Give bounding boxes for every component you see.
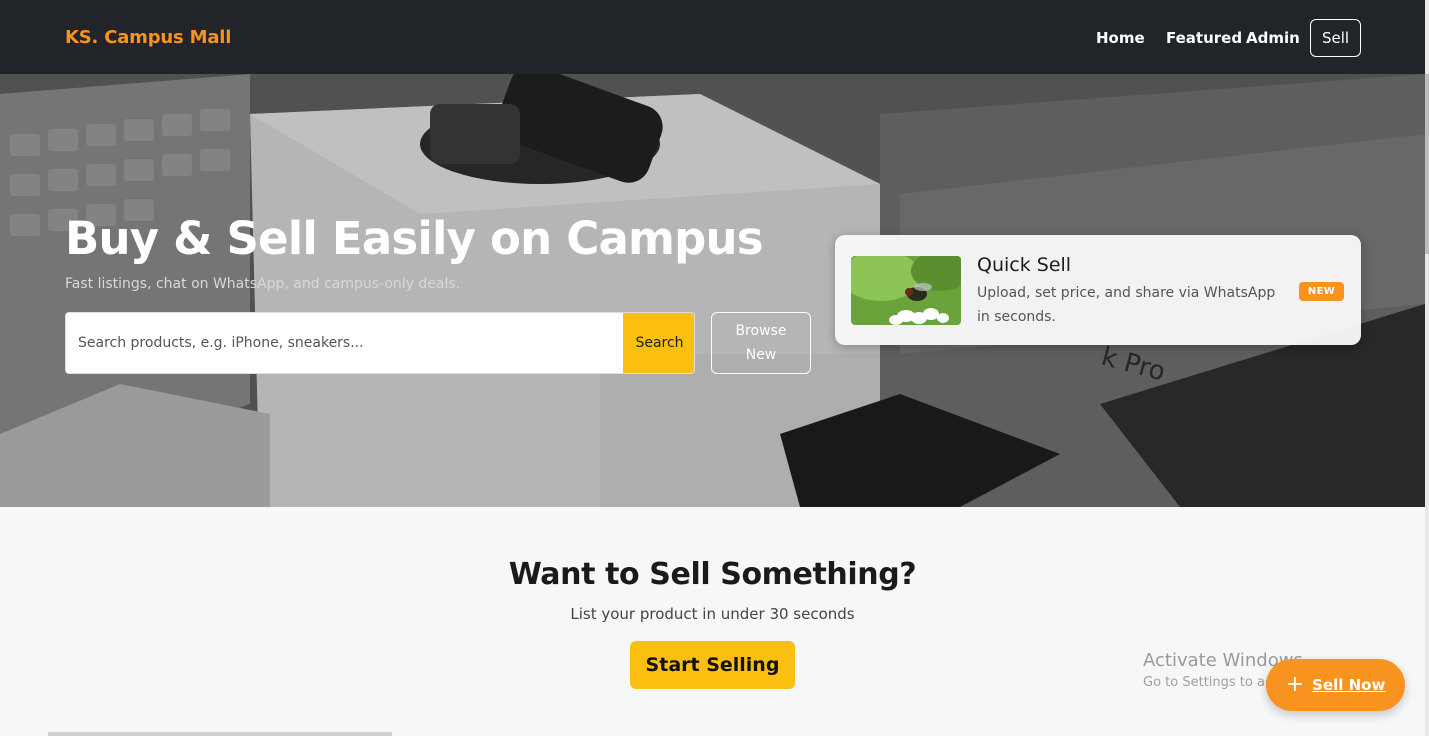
sell-cta-subtitle: List your product in under 30 seconds (570, 605, 855, 623)
navbar: KS. Campus Mall Home Featured Admin Sell (0, 0, 1425, 74)
plus-icon: + (1285, 672, 1305, 697)
browse-new-button[interactable]: Browse New (711, 312, 811, 374)
sell-cta-title: Want to Sell Something? (508, 557, 917, 592)
hero-section: k Pro Buy & Sell Easily on Campus Fast l… (0, 74, 1425, 507)
page-scrollbar[interactable] (1425, 0, 1429, 736)
scrollbar-thumb[interactable] (1425, 74, 1429, 254)
search-button[interactable]: Search (623, 313, 694, 373)
page: KS. Campus Mall Home Featured Admin Sell (0, 0, 1429, 736)
next-section-edge (48, 732, 392, 736)
sell-now-label: Sell Now (1312, 676, 1386, 694)
quick-sell-description: Upload, set price, and share via WhatsAp… (977, 285, 1276, 325)
start-selling-button[interactable]: Start Selling (630, 641, 795, 689)
nav-link-admin[interactable]: Admin (1246, 29, 1300, 47)
sell-cta-section: Want to Sell Something? List your produc… (0, 507, 1425, 736)
search-input[interactable] (66, 313, 623, 373)
nav-link-home[interactable]: Home (1096, 29, 1145, 47)
quick-sell-thumbnail (851, 256, 961, 325)
search-bar: Search (65, 312, 695, 374)
quick-sell-card[interactable]: Quick Sell Upload, set price, and share … (835, 235, 1361, 345)
sell-now-fab[interactable]: + Sell Now (1266, 659, 1405, 711)
brand-logo[interactable]: KS. Campus Mall (65, 27, 231, 48)
quick-sell-title: Quick Sell (977, 254, 1072, 276)
hero-title: Buy & Sell Easily on Campus (65, 212, 764, 265)
nav-sell-button[interactable]: Sell (1310, 19, 1361, 57)
hero-subtitle: Fast listings, chat on WhatsApp, and cam… (65, 276, 461, 292)
new-badge: NEW (1299, 282, 1344, 301)
nav-link-featured[interactable]: Featured (1166, 29, 1242, 47)
